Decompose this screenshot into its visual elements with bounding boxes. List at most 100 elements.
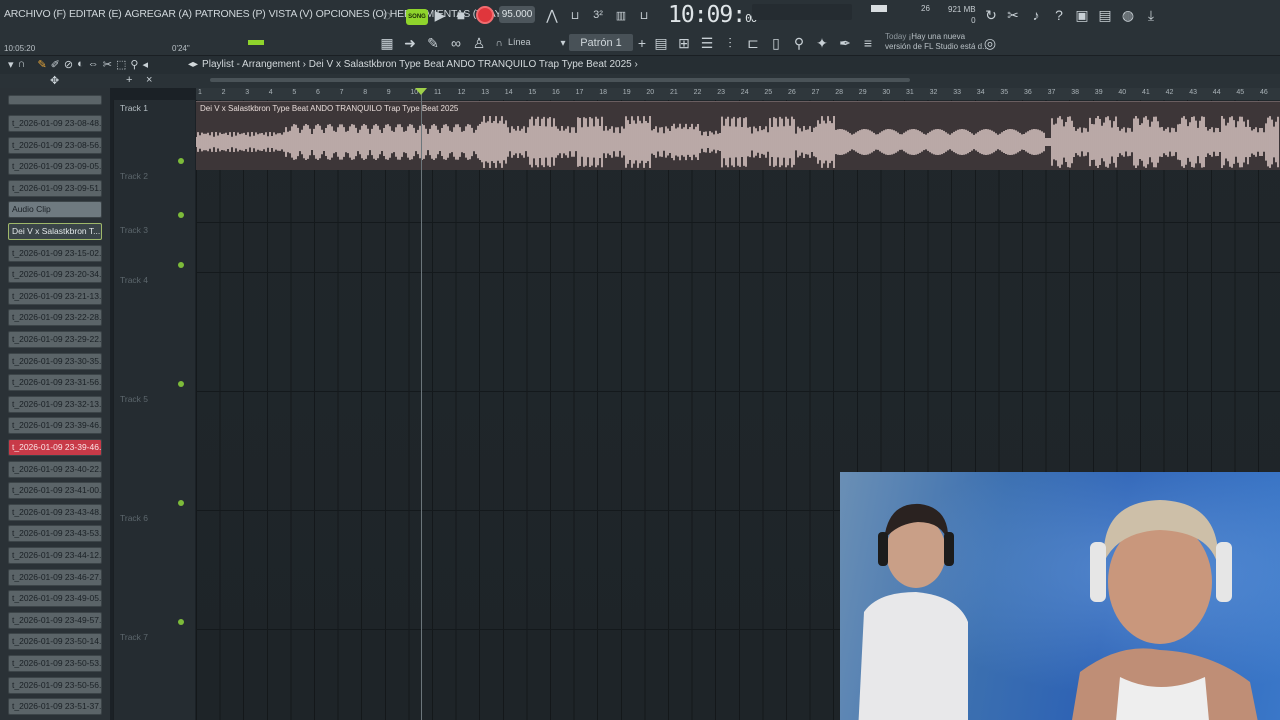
browser-clip-item[interactable]: t_2026-01-09 23-40-22...: [8, 460, 102, 478]
snap-select[interactable]: Línea: [508, 37, 531, 47]
browser-clip-item[interactable]: t_2026-01-09 23-46-27...: [8, 568, 102, 586]
browser-clip-item[interactable]: t_2026-01-09 23-44-12...: [8, 547, 102, 564]
menu-list-icon[interactable]: ≡: [858, 33, 878, 53]
countdown-icon[interactable]: 3²: [588, 5, 608, 25]
wait-input-icon[interactable]: ⊔: [565, 5, 585, 25]
track-name[interactable]: Track 6: [120, 513, 148, 523]
arrow-right-icon[interactable]: ➜: [400, 33, 420, 53]
browser-clip-item-partial[interactable]: [8, 95, 102, 105]
browser-clip-item[interactable]: Dei V x Salastkbron T...: [8, 223, 102, 240]
track-enable-led[interactable]: [178, 381, 184, 387]
horizontal-scrollbar[interactable]: [210, 78, 910, 82]
mixer-icon[interactable]: ⫶: [720, 33, 740, 53]
browser-clip-item[interactable]: t_2026-01-09 23-29-22...: [8, 331, 102, 348]
browser-clip-item[interactable]: t_2026-01-09 23-50-56...: [8, 676, 102, 694]
mute-icon[interactable]: ◐: [77, 58, 84, 71]
add-pattern-icon[interactable]: +: [632, 33, 652, 53]
blend-notes-icon[interactable]: ⊔: [634, 5, 654, 25]
playhead-marker[interactable]: [415, 88, 427, 95]
close-icon[interactable]: ×: [146, 74, 152, 86]
loop-icon[interactable]: ◌: [377, 5, 397, 25]
audio-clip[interactable]: Dei V x Salastkbron Type Beat ANDO TRANQ…: [196, 101, 1280, 170]
draw-icon[interactable]: ✎: [37, 58, 46, 71]
link-icon[interactable]: ∞: [446, 33, 466, 53]
track-name[interactable]: Track 7: [120, 632, 148, 642]
metronome-icon[interactable]: ⋀: [542, 5, 562, 25]
chat-icon[interactable]: ◍: [1118, 5, 1138, 25]
zoom-icon[interactable]: ⚲: [130, 58, 138, 71]
track-name[interactable]: Track 4: [120, 275, 148, 285]
track-name[interactable]: Track 2: [120, 171, 148, 181]
patch-icon[interactable]: ⊏: [743, 33, 763, 53]
brush-icon[interactable]: ✎: [423, 33, 443, 53]
browser-clip-item[interactable]: t_2026-01-09 23-50-14...: [8, 633, 102, 651]
stop-icon[interactable]: ■: [451, 5, 471, 25]
browser-clip-item[interactable]: t_2026-01-09 23-22-28...: [8, 309, 102, 327]
plugin-icon[interactable]: ⚲: [789, 33, 809, 53]
browser-clip-item[interactable]: t_2026-01-09 23-09-05...: [8, 158, 102, 176]
playhead[interactable]: [421, 88, 422, 720]
track-enable-led[interactable]: [178, 500, 184, 506]
browser-clip-item[interactable]: t_2026-01-09 23-08-56...: [8, 136, 102, 154]
step-edit-icon[interactable]: ▥: [611, 5, 631, 25]
news-panel[interactable]: Today ¡Hay una nueva versión de FL Studi…: [885, 32, 989, 52]
stamp-icon[interactable]: ♙: [469, 33, 489, 53]
move-icon[interactable]: ✥: [50, 74, 59, 87]
browser-clip-item[interactable]: t_2026-01-09 23-49-05...: [8, 590, 102, 608]
select-icon[interactable]: ⬚: [116, 58, 126, 71]
browser-clip-item[interactable]: t_2026-01-09 23-15-02...: [8, 244, 102, 262]
save-icon[interactable]: ▣: [1072, 5, 1092, 25]
speaker-icon[interactable]: ◂: [142, 58, 148, 71]
browser-clip-item[interactable]: t_2026-01-09 23-51-37...: [8, 698, 102, 716]
browser-clip-item[interactable]: t_2026-01-09 23-08-48...: [8, 115, 102, 132]
track-name[interactable]: Track 3: [120, 225, 148, 235]
menu-edit[interactable]: EDITAR (E): [69, 8, 122, 20]
menu-view[interactable]: VISTA (V): [269, 8, 313, 20]
globe-icon[interactable]: ◎: [980, 33, 1000, 53]
browser-clip-item[interactable]: t_2026-01-09 23-39-46...: [8, 417, 102, 435]
track-enable-led[interactable]: [178, 619, 184, 625]
play-icon[interactable]: ▶: [430, 5, 450, 25]
cut-icon[interactable]: ✂: [1003, 5, 1023, 25]
magnet-icon[interactable]: ∩: [18, 58, 26, 71]
playlist-view-icon[interactable]: ▤: [651, 33, 671, 53]
tempo-display[interactable]: 95.000: [499, 6, 535, 23]
browser-clip-item[interactable]: t_2026-01-09 23-20-34...: [8, 266, 102, 284]
channel-rack-icon[interactable]: ☰: [697, 33, 717, 53]
help-icon[interactable]: ?: [1049, 5, 1069, 25]
menu-arrow-icon[interactable]: ▾: [8, 58, 14, 71]
track-name[interactable]: Track 1: [120, 103, 148, 113]
browser-clip-item[interactable]: t_2026-01-09 23-39-46...: [8, 439, 102, 456]
song-mode-button[interactable]: SONG: [406, 9, 428, 25]
browser-clip-item[interactable]: t_2026-01-09 23-43-53...: [8, 525, 102, 543]
browser-clip-item[interactable]: t_2026-01-09 23-49-57...: [8, 611, 102, 629]
browser-clip-item[interactable]: t_2026-01-09 23-30-35...: [8, 352, 102, 370]
track-enable-led[interactable]: [178, 212, 184, 218]
magnet-icon[interactable]: ∩: [489, 33, 509, 53]
paint-icon[interactable]: ✐: [51, 58, 60, 71]
slice-icon[interactable]: ✂: [103, 58, 112, 71]
undo-history-icon[interactable]: ↻: [981, 5, 1001, 25]
track-name[interactable]: Track 5: [120, 394, 148, 404]
pattern-selector[interactable]: Patrón 1: [569, 34, 633, 51]
mic-icon[interactable]: ♪: [1026, 5, 1046, 25]
playlist-arrow-icon[interactable]: ◂▸: [188, 59, 198, 70]
browser-clip-item[interactable]: t_2026-01-09 23-50-53...: [8, 655, 102, 672]
record-button[interactable]: [476, 6, 494, 24]
browser-clip-item[interactable]: t_2026-01-09 23-31-56...: [8, 374, 102, 392]
pen-icon[interactable]: ✒: [835, 33, 855, 53]
track-enable-led[interactable]: [178, 262, 184, 268]
delete-icon[interactable]: ⊘: [64, 58, 73, 71]
slip-icon[interactable]: ⇔: [88, 58, 99, 71]
browser-clip-item[interactable]: t_2026-01-09 23-43-48...: [8, 503, 102, 521]
mixer-save-icon[interactable]: ▤: [1095, 5, 1115, 25]
browser-clip-item[interactable]: t_2026-01-09 23-32-13...: [8, 395, 102, 413]
download-icon[interactable]: ⤓: [1141, 5, 1161, 25]
tool-icon[interactable]: ✦: [812, 33, 832, 53]
timeline-ruler[interactable]: 1 2 3 4 5 6 7 8 9 10 11 12 13 14 15 16 17 18 19 20 21 22 23 24 2…: [196, 88, 1280, 100]
browser-icon[interactable]: ▯: [766, 33, 786, 53]
browser-folder-label[interactable]: Audio Clip: [8, 201, 102, 219]
piano-icon[interactable]: ▦: [377, 33, 397, 53]
piano-roll-icon[interactable]: ⊞: [674, 33, 694, 53]
browser-clip-item[interactable]: t_2026-01-09 23-41-00...: [8, 482, 102, 500]
